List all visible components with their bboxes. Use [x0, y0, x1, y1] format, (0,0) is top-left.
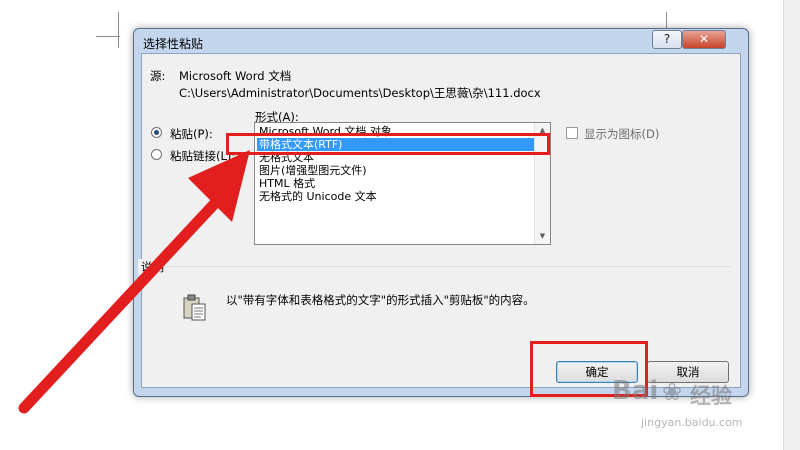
watermark-paw-icon: ❀: [662, 378, 683, 406]
watermark-brand-suffix: 经验: [690, 384, 732, 408]
watermark-brand: Bai: [612, 376, 659, 406]
watermark-url: jingyan.baidu.com: [641, 416, 743, 429]
